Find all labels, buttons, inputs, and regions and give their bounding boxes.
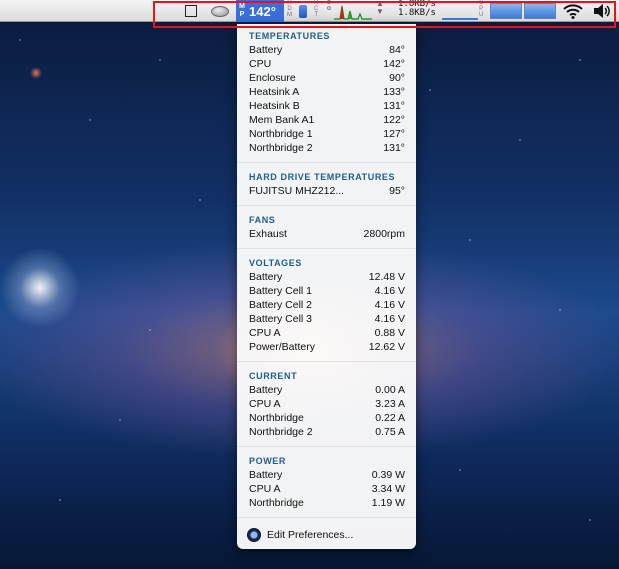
menu-row[interactable]: Power/Battery 12.62 V	[249, 340, 405, 354]
menu-row[interactable]: Battery Cell 1 4.16 V	[249, 284, 405, 298]
network-graph-icon[interactable]	[442, 0, 478, 22]
fans-title: FANS	[249, 215, 276, 225]
network-arrows-icon: ▲ ▼	[376, 0, 384, 16]
menu-row[interactable]: FUJITSU MHZ212... 95°	[249, 184, 405, 198]
menu-separator	[237, 248, 416, 249]
download-rate: 1.8KB/s	[398, 8, 436, 18]
edit-preferences-label: Edit Preferences...	[267, 529, 354, 541]
current-title: CURRENT	[249, 371, 298, 381]
menu-row[interactable]: Battery 0.39 W	[249, 468, 405, 482]
menu-row[interactable]: Northbridge 2 131°	[249, 141, 405, 155]
menu-separator	[237, 517, 416, 518]
hdm-label: H D M	[287, 0, 292, 18]
menubar-temperature: 142°	[249, 3, 276, 19]
menu-row[interactable]: Battery Cell 2 4.16 V	[249, 298, 405, 312]
menu-row[interactable]: Battery 0.00 A	[249, 383, 405, 397]
disk-graph-icon[interactable]	[524, 0, 556, 22]
menu-row[interactable]: Northbridge 1 127°	[249, 127, 405, 141]
menu-row[interactable]: Heatsink A 133°	[249, 85, 405, 99]
menu-row[interactable]: CPU A 3.23 A	[249, 397, 405, 411]
app-logo-icon	[247, 528, 261, 542]
menu-row[interactable]: Heatsink B 131°	[249, 99, 405, 113]
hard-drive-title: HARD DRIVE TEMPERATURES	[249, 172, 396, 182]
menu-row[interactable]: Northbridge 2 0.75 A	[249, 425, 405, 439]
menu-row[interactable]: Exhaust 2800rpm	[249, 227, 405, 241]
power-title: POWER	[249, 456, 287, 466]
menu-row[interactable]: Battery 12.48 V	[249, 270, 405, 284]
sensor-dropdown-menu: TEMPERATURES Battery 84° CPU 142° Enclosur…	[237, 24, 416, 549]
wifi-icon[interactable]	[563, 0, 583, 22]
menu-bar: M P 142° H D M H C T ▲ ▼ 1.8KB/s 1.8KB/s …	[0, 0, 619, 22]
menu-row[interactable]: CPU 142°	[249, 57, 405, 71]
menu-row[interactable]: Battery 84°	[249, 43, 405, 57]
volume-icon[interactable]	[593, 0, 613, 22]
menu-row[interactable]: Battery Cell 3 4.16 V	[249, 312, 405, 326]
status-dots-icon	[327, 0, 331, 22]
square-icon[interactable]	[185, 0, 197, 22]
menu-row[interactable]: Mem Bank A1 122°	[249, 113, 405, 127]
mp-label: M P	[239, 3, 245, 18]
voltages-title: VOLTAGES	[249, 258, 302, 268]
hct-label: H C T	[314, 0, 319, 18]
menu-separator	[237, 205, 416, 206]
temperatures-title: TEMPERATURES	[249, 31, 331, 41]
network-rates[interactable]: 1.8KB/s 1.8KB/s	[398, 0, 436, 22]
menu-row[interactable]: CPU A 3.34 W	[249, 482, 405, 496]
menu-separator	[237, 361, 416, 362]
temperature-menu-extra[interactable]: M P 142°	[236, 0, 284, 22]
battery-icon[interactable]	[299, 0, 307, 22]
menu-row[interactable]: Enclosure 90°	[249, 71, 405, 85]
cpu-label: C P U	[479, 0, 484, 18]
cpu-graph-icon[interactable]	[334, 0, 372, 22]
menu-row[interactable]: CPU A 0.88 V	[249, 326, 405, 340]
edit-preferences-item[interactable]: Edit Preferences...	[247, 528, 353, 542]
drive-icon[interactable]	[211, 0, 229, 22]
memory-graph-icon[interactable]	[490, 0, 522, 22]
menu-separator	[237, 162, 416, 163]
menu-separator	[237, 446, 416, 447]
menu-row[interactable]: Northbridge 0.22 A	[249, 411, 405, 425]
menu-row[interactable]: Northbridge 1.19 W	[249, 496, 405, 510]
